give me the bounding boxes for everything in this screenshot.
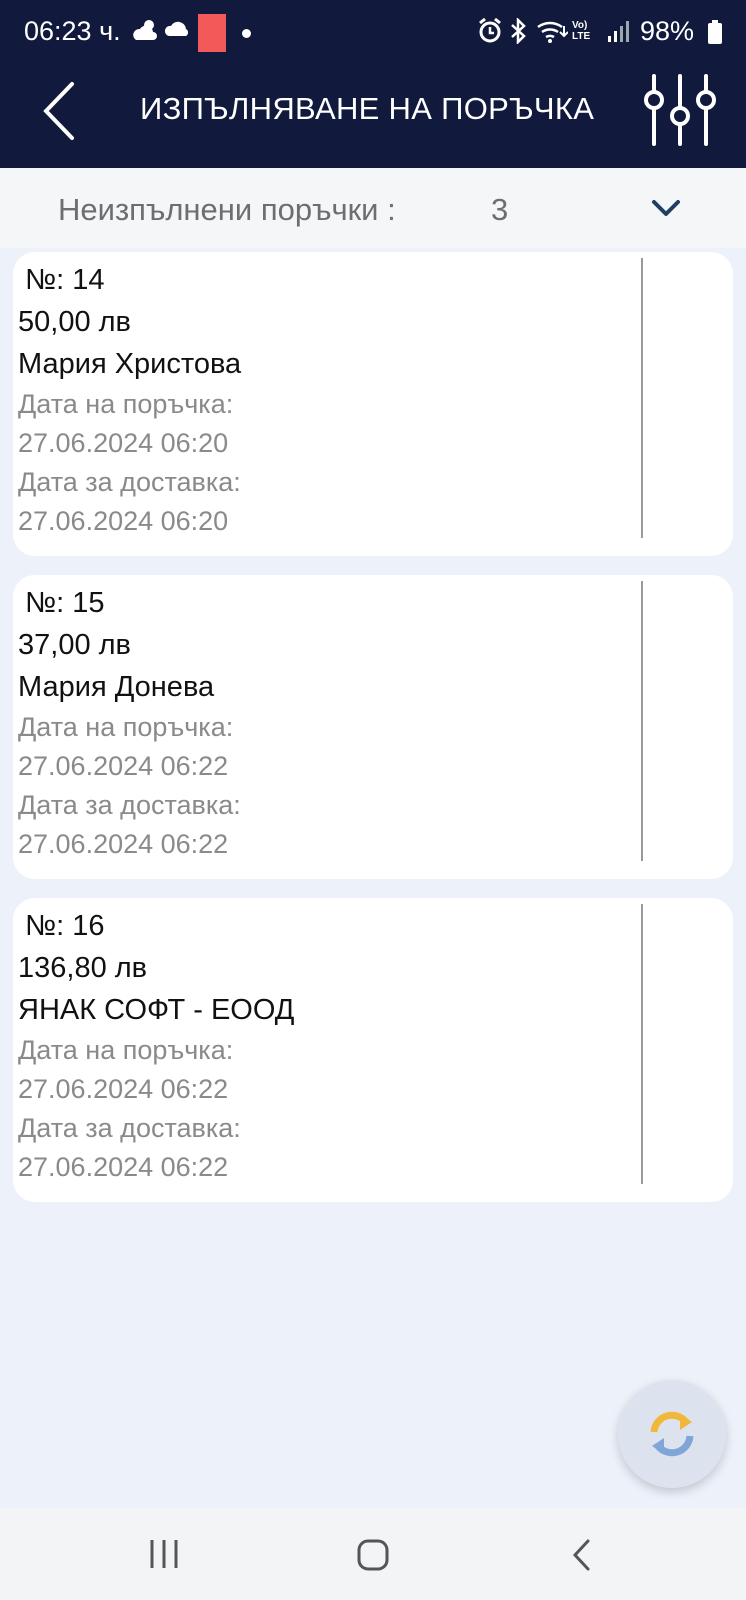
pending-orders-label: Неизпълнени поръчки : — [58, 192, 396, 227]
pending-orders-summary: Неизпълнени поръчки : 3 — [0, 168, 746, 248]
delivery-date-label: Дата за доставка: — [18, 467, 241, 497]
refresh-button[interactable] — [618, 1380, 726, 1488]
signal-icon — [606, 18, 630, 49]
filter-button[interactable] — [640, 72, 720, 148]
order-date: 27.06.2024 06:20 — [18, 428, 229, 458]
back-button[interactable] — [36, 78, 86, 144]
order-number: №: 15 — [25, 587, 105, 619]
delivery-date: 27.06.2024 06:20 — [18, 506, 229, 536]
bluetooth-icon — [508, 16, 528, 49]
chevron-left-icon — [43, 82, 74, 140]
page-title: ИЗПЪЛНЯВАНЕ НА ПОРЪЧКА — [140, 91, 595, 126]
status-bar: 06:23 ч. Vo) LTE 98% — [0, 0, 746, 66]
delivery-date-label: Дата за доставка: — [18, 1113, 241, 1143]
app-header: 06:23 ч. Vo) LTE 98% ИЗПЪЛНЯВАНЕ НА ПОРЪ… — [0, 0, 746, 168]
order-date-label: Дата на поръчка: — [18, 389, 234, 419]
order-card[interactable]: №: 15 37,00 лв Мария Донева Дата на поръ… — [13, 575, 733, 879]
delivery-date: 27.06.2024 06:22 — [18, 829, 229, 859]
order-date: 27.06.2024 06:22 — [18, 751, 229, 781]
order-date-label: Дата на поръчка: — [18, 1035, 234, 1065]
cloud-icon — [164, 18, 190, 45]
back-icon[interactable] — [570, 1538, 594, 1572]
weather-icon — [132, 18, 160, 49]
pending-orders-count: 3 — [491, 192, 509, 227]
battery-icon — [708, 20, 722, 49]
order-card[interactable]: №: 14 50,00 лв Мария Христова Дата на по… — [13, 252, 733, 556]
order-number: №: 16 — [25, 910, 105, 942]
order-customer: Мария Донева — [18, 671, 215, 703]
card-divider — [641, 581, 643, 861]
wifi-icon — [536, 18, 569, 49]
alarm-icon — [478, 17, 502, 49]
refresh-icon — [650, 1411, 694, 1457]
delivery-date-label: Дата за доставка: — [18, 790, 241, 820]
status-time: 06:23 ч. — [24, 16, 121, 46]
system-nav-bar — [0, 1508, 746, 1600]
home-icon[interactable] — [356, 1538, 390, 1572]
expand-button[interactable] — [642, 184, 690, 232]
notification-icon — [198, 14, 226, 52]
recent-apps-icon[interactable] — [146, 1538, 182, 1570]
order-customer: Мария Христова — [18, 348, 242, 380]
chevron-down-icon — [652, 200, 680, 216]
order-customer: ЯНАК СОФТ - ЕООД — [18, 994, 295, 1026]
order-card[interactable]: №: 16 136,80 лв ЯНАК СОФТ - ЕООД Дата на… — [13, 898, 733, 1202]
delivery-date: 27.06.2024 06:22 — [18, 1152, 229, 1182]
order-amount: 50,00 лв — [18, 306, 131, 338]
sliders-icon — [644, 74, 716, 146]
order-number: №: 14 — [25, 264, 105, 296]
battery-percent: 98% — [640, 16, 695, 46]
order-amount: 37,00 лв — [18, 629, 131, 661]
card-divider — [641, 258, 643, 538]
order-amount: 136,80 лв — [18, 952, 148, 984]
order-date-label: Дата на поръчка: — [18, 712, 234, 742]
order-date: 27.06.2024 06:22 — [18, 1074, 229, 1104]
volte-icon: Vo) LTE — [572, 20, 591, 42]
notification-dot — [242, 29, 251, 38]
card-divider — [641, 904, 643, 1184]
